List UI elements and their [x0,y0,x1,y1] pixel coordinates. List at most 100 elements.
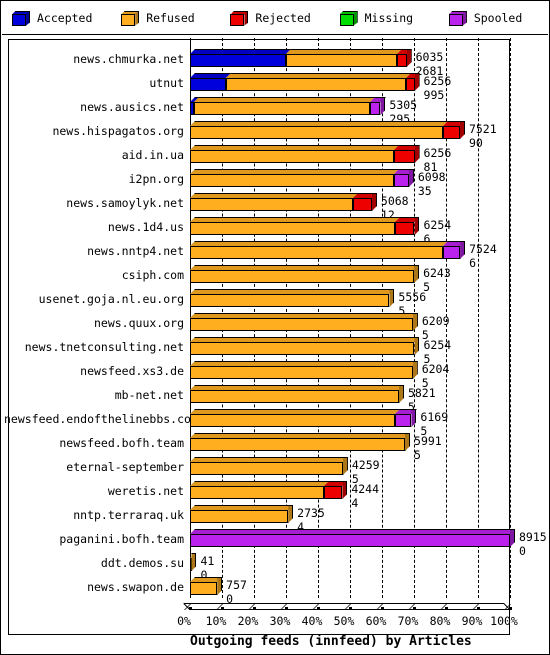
x-tick-dot [349,607,352,610]
bar-row[interactable]: usenet.goja.nl.eu.org 5556 5 [2,287,548,316]
bar-row[interactable]: news.nntp4.net 7524 6 [2,239,548,268]
bar-segment-refused [190,222,396,235]
y-axis-label: news.tnetconsulting.net [24,340,184,354]
x-tick-dot [285,607,288,610]
bar-total-value: 2735 [297,506,325,520]
x-tick-label: 50% [333,614,355,628]
bar-row[interactable]: newsfeed.xs3.de 6204 5 [2,359,548,388]
y-axis-label: news.nntp4.net [87,244,184,258]
x-tick-label: 100% [490,614,518,628]
bar-row[interactable]: eternal-september 4259 5 [2,455,548,484]
bar-row[interactable]: news.swapon.de 757 0 [2,575,548,604]
bar-end-cap [288,505,294,523]
bar-row[interactable]: news.1d4.us 6254 6 [2,215,548,244]
x-tick-label: 40% [301,614,323,628]
bar-segment-refused [190,342,415,355]
x-tick-dot [509,607,512,610]
bar-segment-refused [190,486,325,499]
bar-total-value: 4244 [351,482,380,496]
bar-segment-refused [190,174,394,187]
x-tick-label: 0% [177,614,191,628]
bar-segment-refused [190,438,406,451]
bar-segment-spooled [394,414,412,427]
bar-total-value: 5556 [398,290,427,304]
bar-end-cap [342,457,348,475]
legend-item-accepted: Accepted [2,10,111,26]
bar-segment-spooled [442,246,461,259]
y-axis-label: ddt.demos.su [100,556,184,570]
bar-total-value: 6098 [417,170,446,184]
legend-label: Rejected [255,11,311,25]
bar-row[interactable]: news.tnetconsulting.net 6254 5 [2,335,548,364]
bar-row[interactable]: newsfeed.endofthelinebbs.com 6169 5 [2,407,548,436]
bar-row[interactable]: weretis.net 4244 4 [2,479,548,508]
bar-segment-accepted [190,54,287,67]
x-tick-label: 80% [429,614,451,628]
y-axis-label: newsfeed.endofthelinebbs.com [4,412,198,426]
bar-segment-rejected [405,78,415,91]
x-tick-dot [221,607,224,610]
bar-row[interactable]: utnut 6256 995 [2,71,548,100]
bar-row[interactable]: news.hispagatos.org 7521 90 [2,119,548,148]
bar-row[interactable]: csiph.com 6243 5 [2,263,548,292]
y-axis-label: eternal-september [66,460,184,474]
bar-total-value: 6204 [421,362,450,376]
bar-total-value: 6254 [423,338,452,352]
bar-total-value: 41 [200,554,215,568]
y-axis-label: csiph.com [121,268,184,282]
bar-segment-refused [190,510,289,523]
y-axis-label: newsfeed.xs3.de [80,364,184,378]
bar-segment-rejected [442,126,460,139]
bar-row[interactable]: aid.in.ua 6256 81 [2,143,548,172]
y-axis-label: weretis.net [107,484,184,498]
x-tick-label: 60% [365,614,387,628]
y-axis-label: news.ausics.net [80,100,184,114]
bar-segment-rejected [352,198,372,211]
bar-row[interactable]: ddt.demos.su 41 0 [2,551,548,580]
bar-total-value: 6209 [421,314,450,328]
y-axis-label: usenet.goja.nl.eu.org [38,292,184,306]
legend-label: Accepted [37,11,93,25]
x-tick-dot [253,607,256,610]
y-axis-label: mb-net.net [114,388,184,402]
bar-row[interactable]: newsfeed.bofh.team 5991 5 [2,431,548,460]
x-tick-label: 30% [269,614,291,628]
bar-row[interactable]: mb-net.net 5821 5 [2,383,548,412]
bar-total-value: 5068 [380,194,409,208]
bar-end-cap [414,217,420,235]
bar-end-cap [389,289,395,307]
bar-row[interactable]: news.chmurka.net 6035 2681 [2,47,548,76]
x-tick-dot [189,607,192,610]
cube-icon [121,10,140,26]
bar-segment-refused [190,246,443,259]
legend-item-spooled: Spooled [439,10,548,26]
bar-end-cap [398,385,404,403]
bar-row[interactable]: news.quux.org 6209 5 [2,311,548,340]
x-tick-dot [477,607,480,610]
cube-icon [230,10,249,26]
bar-end-cap [460,241,466,259]
x-tick-label: 20% [237,614,259,628]
y-axis-label: news.chmurka.net [73,52,184,66]
bar-end-cap [414,145,420,163]
bar-row[interactable]: news.samoylyk.net 5068 12 [2,191,548,220]
bar-segment-spooled [369,102,381,115]
y-axis-label: news.swapon.de [87,580,184,594]
bar-row[interactable]: nntp.terraraq.uk 2735 4 [2,503,548,532]
x-tick-label: 10% [205,614,227,628]
cube-icon [339,10,358,26]
x-tick-label: 70% [397,614,419,628]
axis-baseline-back [184,603,504,604]
bar-row[interactable]: paganini.bofh.team 8915 0 [2,527,548,556]
bar-segment-refused [190,366,413,379]
cube-icon [12,10,30,26]
bar-row[interactable]: news.ausics.net 5305 295 [2,95,548,124]
bar-segment-accepted [190,78,226,91]
bar-row[interactable]: i2pn.org 6098 35 [2,167,548,196]
bar-segment-refused [190,582,218,595]
y-axis-label: utnut [149,76,184,90]
y-axis-label: nntp.terraraq.uk [73,508,184,522]
bar-segment-rejected [324,486,343,499]
bar-segment-refused [190,150,394,163]
bar-total-value: 5305 [389,98,418,112]
